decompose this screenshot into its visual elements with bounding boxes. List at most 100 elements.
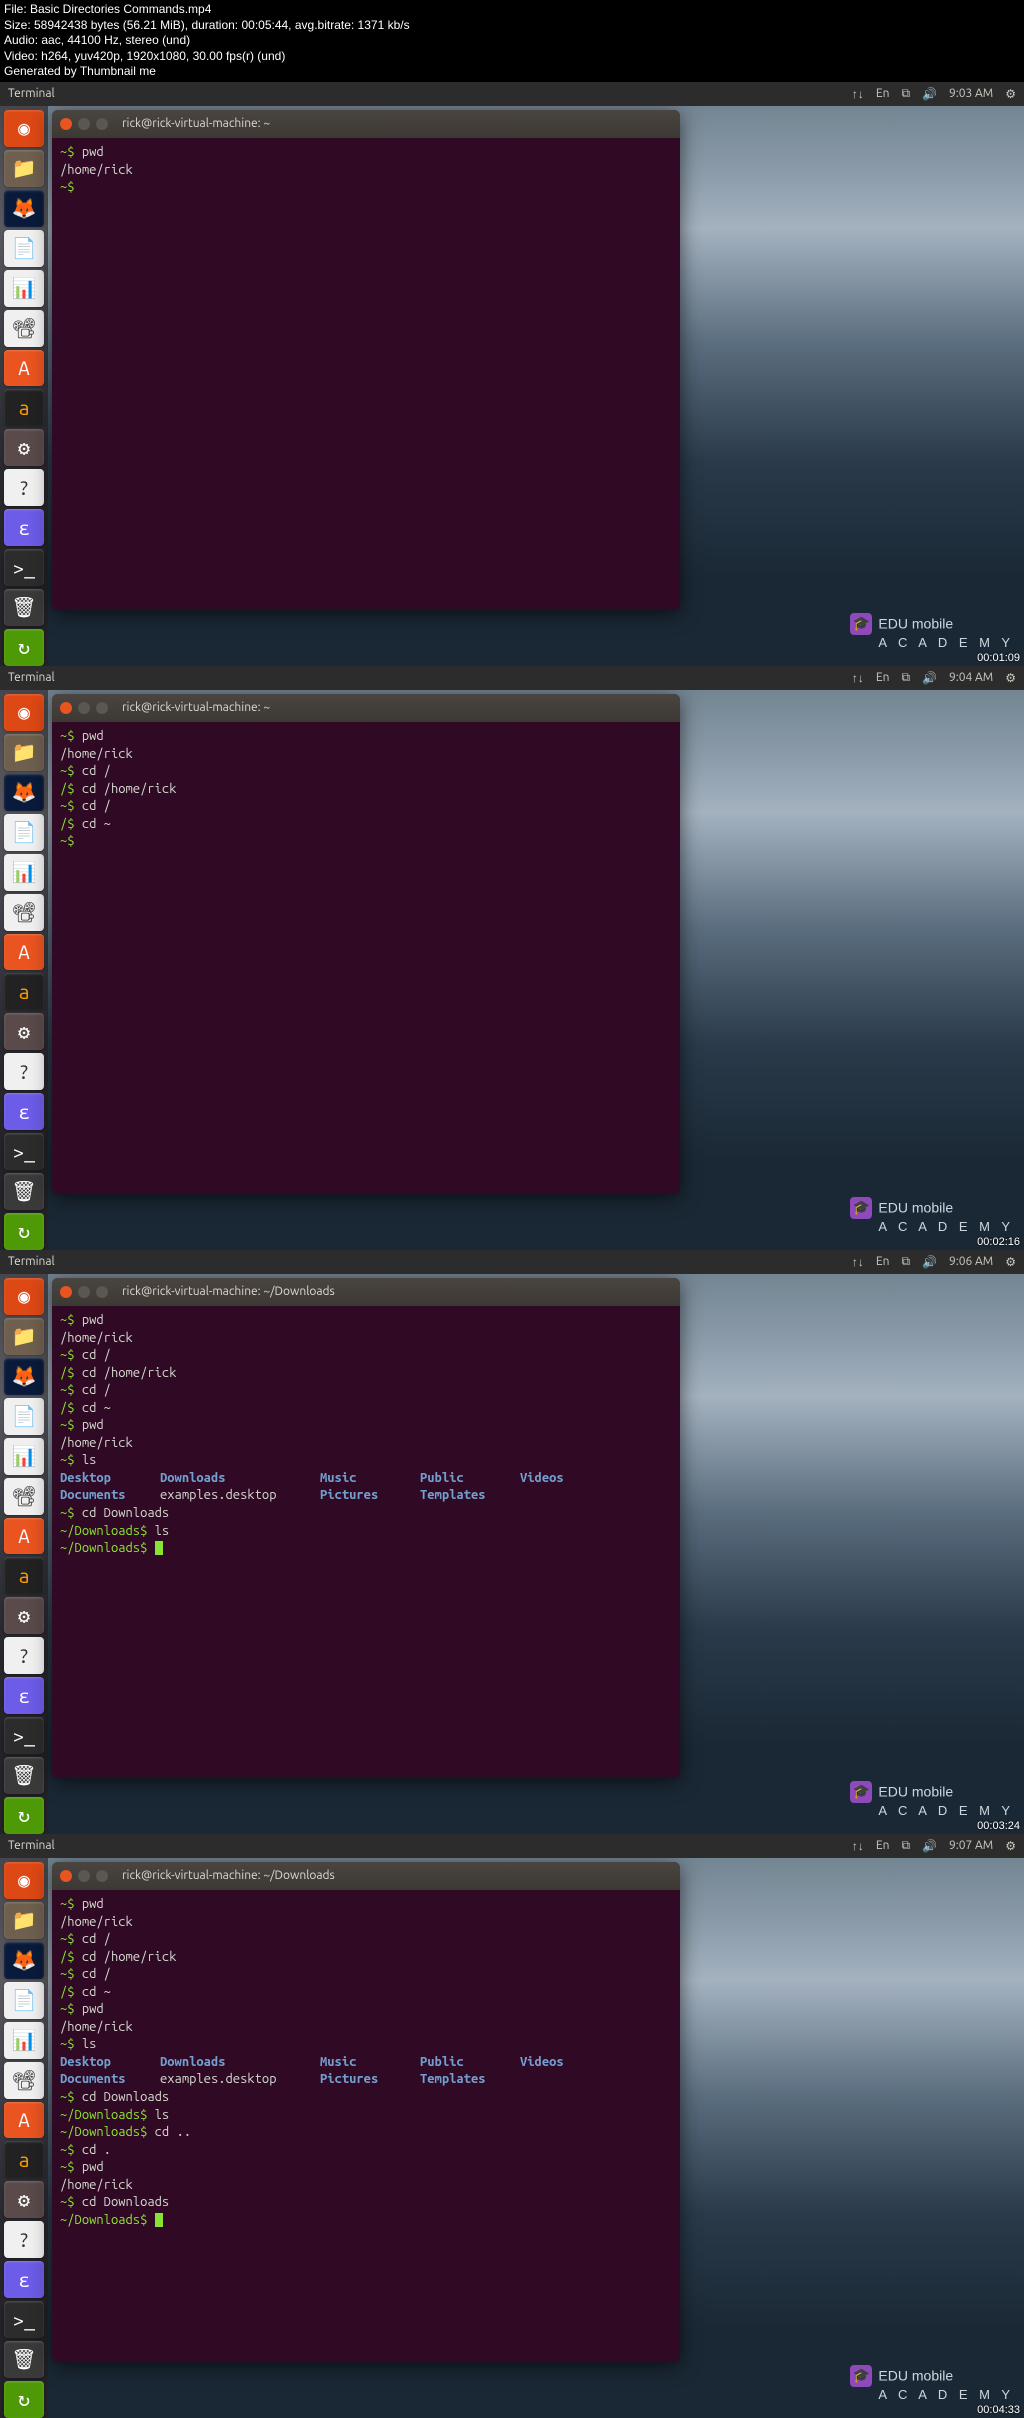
dock-item-terminal[interactable]: >_ xyxy=(4,2301,44,2338)
dock-item-settings[interactable]: ⚙ xyxy=(4,1597,44,1634)
dock-item-help[interactable]: ? xyxy=(4,2221,44,2258)
dock-item-emacs[interactable]: ε xyxy=(4,2261,44,2298)
window-max-button[interactable] xyxy=(96,118,108,130)
dock-item-firefox[interactable]: 🦊 xyxy=(4,1358,44,1395)
dock-item-amazon[interactable]: a xyxy=(4,1557,44,1594)
window-titlebar[interactable]: rick@rick-virtual-machine: ~/Downloads xyxy=(52,1278,680,1306)
gear-icon[interactable]: ⚙ xyxy=(1005,671,1016,685)
dock-item-files[interactable]: 📁 xyxy=(4,1902,44,1939)
window-min-button[interactable] xyxy=(78,1286,90,1298)
window-titlebar[interactable]: rick@rick-virtual-machine: ~ xyxy=(52,110,680,138)
dock-item-updates[interactable]: ↻ xyxy=(4,1797,44,1834)
window-close-button[interactable] xyxy=(60,118,72,130)
dock-item-firefox[interactable]: 🦊 xyxy=(4,1942,44,1979)
dock-item-dash[interactable]: ◉ xyxy=(4,1278,44,1315)
window-close-button[interactable] xyxy=(60,1286,72,1298)
dock-item-files[interactable]: 📁 xyxy=(4,1318,44,1355)
window-max-button[interactable] xyxy=(96,1870,108,1882)
menubar[interactable]: Terminal↑↓En⧉🔊9:06 AM⚙ xyxy=(0,1250,1024,1274)
dock-item-trash[interactable]: 🗑 xyxy=(4,2341,44,2378)
indicator-icon[interactable]: En xyxy=(876,1839,890,1852)
dock-item-writer[interactable]: 📄 xyxy=(4,1398,44,1435)
terminal-window[interactable]: rick@rick-virtual-machine: ~~$ pwd/home/… xyxy=(52,110,680,610)
indicator-icon[interactable]: 🔊 xyxy=(922,87,937,101)
dock-item-settings[interactable]: ⚙ xyxy=(4,429,44,466)
dock-item-files[interactable]: 📁 xyxy=(4,734,44,771)
dock-item-firefox[interactable]: 🦊 xyxy=(4,774,44,811)
indicator-icon[interactable]: 🔊 xyxy=(922,1839,937,1853)
terminal-body[interactable]: ~$ pwd/home/rick~$ cd //$ cd /home/rick~… xyxy=(52,722,680,1194)
dock-item-software[interactable]: A xyxy=(4,350,44,387)
dock-item-impress[interactable]: 📽 xyxy=(4,894,44,931)
dock-item-updates[interactable]: ↻ xyxy=(4,629,44,666)
window-max-button[interactable] xyxy=(96,702,108,714)
window-titlebar[interactable]: rick@rick-virtual-machine: ~/Downloads xyxy=(52,1862,680,1890)
terminal-window[interactable]: rick@rick-virtual-machine: ~~$ pwd/home/… xyxy=(52,694,680,1194)
dock-item-emacs[interactable]: ε xyxy=(4,1677,44,1714)
dock-item-terminal[interactable]: >_ xyxy=(4,1133,44,1170)
dock-item-files[interactable]: 📁 xyxy=(4,150,44,187)
indicator-icon[interactable]: En xyxy=(876,1255,890,1268)
dock-item-trash[interactable]: 🗑 xyxy=(4,1173,44,1210)
dock-item-dash[interactable]: ◉ xyxy=(4,1862,44,1899)
dock-item-settings[interactable]: ⚙ xyxy=(4,1013,44,1050)
indicator-icon[interactable]: ↑↓ xyxy=(852,671,864,685)
dock-item-firefox[interactable]: 🦊 xyxy=(4,190,44,227)
dock-item-impress[interactable]: 📽 xyxy=(4,2062,44,2099)
dock-item-trash[interactable]: 🗑 xyxy=(4,1757,44,1794)
dock-item-calc[interactable]: 📊 xyxy=(4,2022,44,2059)
dock-item-updates[interactable]: ↻ xyxy=(4,1213,44,1250)
dock-item-software[interactable]: A xyxy=(4,934,44,971)
window-close-button[interactable] xyxy=(60,702,72,714)
terminal-body[interactable]: ~$ pwd/home/rick~$ xyxy=(52,138,680,610)
indicator-icon[interactable]: ↑↓ xyxy=(852,1839,864,1853)
terminal-window[interactable]: rick@rick-virtual-machine: ~/Downloads~$… xyxy=(52,1278,680,1778)
window-max-button[interactable] xyxy=(96,1286,108,1298)
dock-item-dash[interactable]: ◉ xyxy=(4,110,44,147)
dock-item-amazon[interactable]: a xyxy=(4,2141,44,2178)
dock-item-software[interactable]: A xyxy=(4,1518,44,1555)
dock-item-terminal[interactable]: >_ xyxy=(4,549,44,586)
dock-item-impress[interactable]: 📽 xyxy=(4,1478,44,1515)
window-titlebar[interactable]: rick@rick-virtual-machine: ~ xyxy=(52,694,680,722)
gear-icon[interactable]: ⚙ xyxy=(1005,87,1016,101)
indicator-icon[interactable]: ↑↓ xyxy=(852,87,864,101)
indicator-icon[interactable]: ⧉ xyxy=(901,1839,910,1853)
terminal-body[interactable]: ~$ pwd/home/rick~$ cd //$ cd /home/rick~… xyxy=(52,1306,680,1778)
dock-item-writer[interactable]: 📄 xyxy=(4,1982,44,2019)
dock-item-writer[interactable]: 📄 xyxy=(4,814,44,851)
indicator-icon[interactable]: 🔊 xyxy=(922,1255,937,1269)
dock-item-terminal[interactable]: >_ xyxy=(4,1717,44,1754)
dock-item-amazon[interactable]: a xyxy=(4,389,44,426)
dock-item-help[interactable]: ? xyxy=(4,469,44,506)
gear-icon[interactable]: ⚙ xyxy=(1005,1839,1016,1853)
dock-item-updates[interactable]: ↻ xyxy=(4,2381,44,2418)
dock-item-writer[interactable]: 📄 xyxy=(4,230,44,267)
window-min-button[interactable] xyxy=(78,1870,90,1882)
dock-item-help[interactable]: ? xyxy=(4,1637,44,1674)
dock-item-help[interactable]: ? xyxy=(4,1053,44,1090)
indicator-icon[interactable]: ⧉ xyxy=(901,87,910,101)
dock-item-settings[interactable]: ⚙ xyxy=(4,2181,44,2218)
menubar[interactable]: Terminal↑↓En⧉🔊9:03 AM⚙ xyxy=(0,82,1024,106)
window-min-button[interactable] xyxy=(78,118,90,130)
menubar[interactable]: Terminal↑↓En⧉🔊9:04 AM⚙ xyxy=(0,666,1024,690)
window-min-button[interactable] xyxy=(78,702,90,714)
dock-item-emacs[interactable]: ε xyxy=(4,1093,44,1130)
dock-item-trash[interactable]: 🗑 xyxy=(4,589,44,626)
dock-item-amazon[interactable]: a xyxy=(4,973,44,1010)
terminal-body[interactable]: ~$ pwd/home/rick~$ cd //$ cd /home/rick~… xyxy=(52,1890,680,2362)
menubar[interactable]: Terminal↑↓En⧉🔊9:07 AM⚙ xyxy=(0,1834,1024,1858)
indicator-icon[interactable]: 🔊 xyxy=(922,671,937,685)
clock[interactable]: 9:06 AM xyxy=(949,1255,993,1268)
clock[interactable]: 9:04 AM xyxy=(949,671,993,684)
dock-item-dash[interactable]: ◉ xyxy=(4,694,44,731)
indicator-icon[interactable]: En xyxy=(876,87,890,100)
indicator-icon[interactable]: ↑↓ xyxy=(852,1255,864,1269)
gear-icon[interactable]: ⚙ xyxy=(1005,1255,1016,1269)
dock-item-calc[interactable]: 📊 xyxy=(4,1438,44,1475)
dock-item-calc[interactable]: 📊 xyxy=(4,270,44,307)
indicator-icon[interactable]: ⧉ xyxy=(901,1255,910,1269)
dock-item-software[interactable]: A xyxy=(4,2102,44,2139)
terminal-window[interactable]: rick@rick-virtual-machine: ~/Downloads~$… xyxy=(52,1862,680,2362)
